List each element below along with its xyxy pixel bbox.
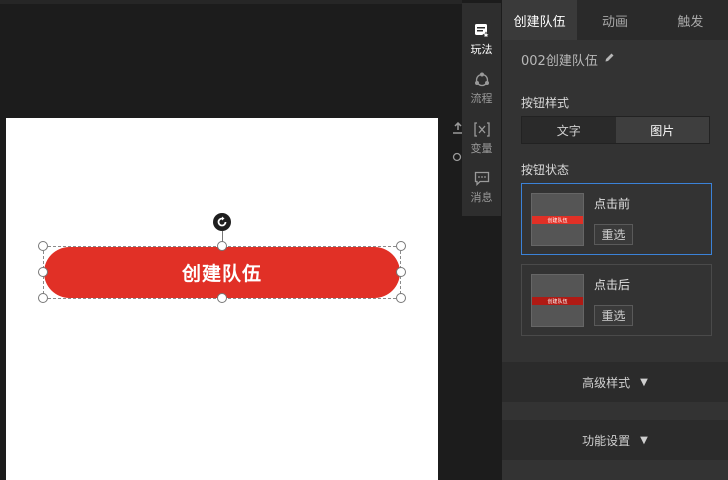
tab-create-team[interactable]: 创建队伍 xyxy=(502,0,578,40)
toolbar-item-message[interactable]: 消息 xyxy=(462,171,501,205)
reselect-button[interactable]: 重选 xyxy=(594,305,633,326)
resize-handle-top-right[interactable] xyxy=(396,241,406,251)
tab-trigger[interactable]: 触发 xyxy=(653,0,728,40)
resize-handle-top[interactable] xyxy=(217,241,227,251)
tab-animation[interactable]: 动画 xyxy=(577,0,652,40)
button-state-label: 按钮状态 xyxy=(521,163,570,177)
panel-tabs: 创建队伍 动画 触发 xyxy=(502,0,728,40)
style-option-image[interactable]: 图片 xyxy=(615,117,709,143)
edit-pencil-icon[interactable] xyxy=(604,52,615,67)
state-card-after-click[interactable]: 创建队伍 点击后 重选 xyxy=(521,264,712,336)
style-option-text[interactable]: 文字 xyxy=(522,117,616,143)
editor-window: 创建队伍 玩法 流程 变量 消息 创建队伍 动画 触发 002创建队伍 按钮样式… xyxy=(0,0,728,480)
resize-handle-bottom-left[interactable] xyxy=(38,293,48,303)
toolbar-item-flow[interactable]: 流程 xyxy=(462,72,501,106)
button-style-toggle: 文字 图片 xyxy=(521,116,710,144)
resize-handle-top-left[interactable] xyxy=(38,241,48,251)
canvas-area: 创建队伍 xyxy=(0,0,463,480)
toolbar-item-variable[interactable]: 变量 xyxy=(462,122,501,156)
vertical-toolbar: 玩法 流程 变量 消息 xyxy=(462,3,501,216)
state-thumbnail: 创建队伍 xyxy=(531,193,584,246)
thumbnail-button-text: 创建队伍 xyxy=(547,298,568,305)
flow-icon xyxy=(474,72,489,87)
toolbar-label: 流程 xyxy=(470,92,493,105)
rotate-icon[interactable] xyxy=(213,213,231,231)
function-settings-label: 功能设置 xyxy=(582,433,631,448)
resize-handle-right[interactable] xyxy=(396,267,406,277)
state-thumbnail: 创建队伍 xyxy=(531,274,584,327)
caret-down-icon: ▼ xyxy=(640,434,648,446)
resize-handle-bottom-right[interactable] xyxy=(396,293,406,303)
toolbar-label: 消息 xyxy=(470,191,493,204)
resize-handle-left[interactable] xyxy=(38,267,48,277)
caret-down-icon: ▼ xyxy=(640,376,648,388)
properties-panel: 创建队伍 动画 触发 002创建队伍 按钮样式 文字 图片 按钮状态 创建队伍 … xyxy=(502,0,728,480)
top-strip xyxy=(0,0,462,4)
thumbnail-button-text: 创建队伍 xyxy=(547,217,568,224)
function-settings-accordion[interactable]: 功能设置 ▼ xyxy=(502,420,728,460)
state-card-before-click[interactable]: 创建队伍 点击前 重选 xyxy=(521,183,712,255)
reselect-button[interactable]: 重选 xyxy=(594,224,633,245)
toolbar-label: 玩法 xyxy=(470,43,493,56)
variable-icon xyxy=(473,122,490,137)
state-title: 点击前 xyxy=(594,197,631,211)
canvas-create-team-button[interactable]: 创建队伍 xyxy=(44,247,400,298)
advanced-style-label: 高级样式 xyxy=(582,375,631,390)
toolbar-item-gameplay[interactable]: 玩法 xyxy=(462,23,501,57)
state-title: 点击后 xyxy=(594,278,631,292)
component-name: 002创建队伍 xyxy=(521,53,598,69)
message-icon xyxy=(474,171,489,186)
toolbar-label: 变量 xyxy=(470,142,493,155)
resize-handle-bottom[interactable] xyxy=(217,293,227,303)
component-name-row[interactable]: 002创建队伍 xyxy=(521,49,615,69)
advanced-style-accordion[interactable]: 高级样式 ▼ xyxy=(502,362,728,402)
gameplay-icon xyxy=(474,24,490,38)
button-style-label: 按钮样式 xyxy=(521,96,570,110)
